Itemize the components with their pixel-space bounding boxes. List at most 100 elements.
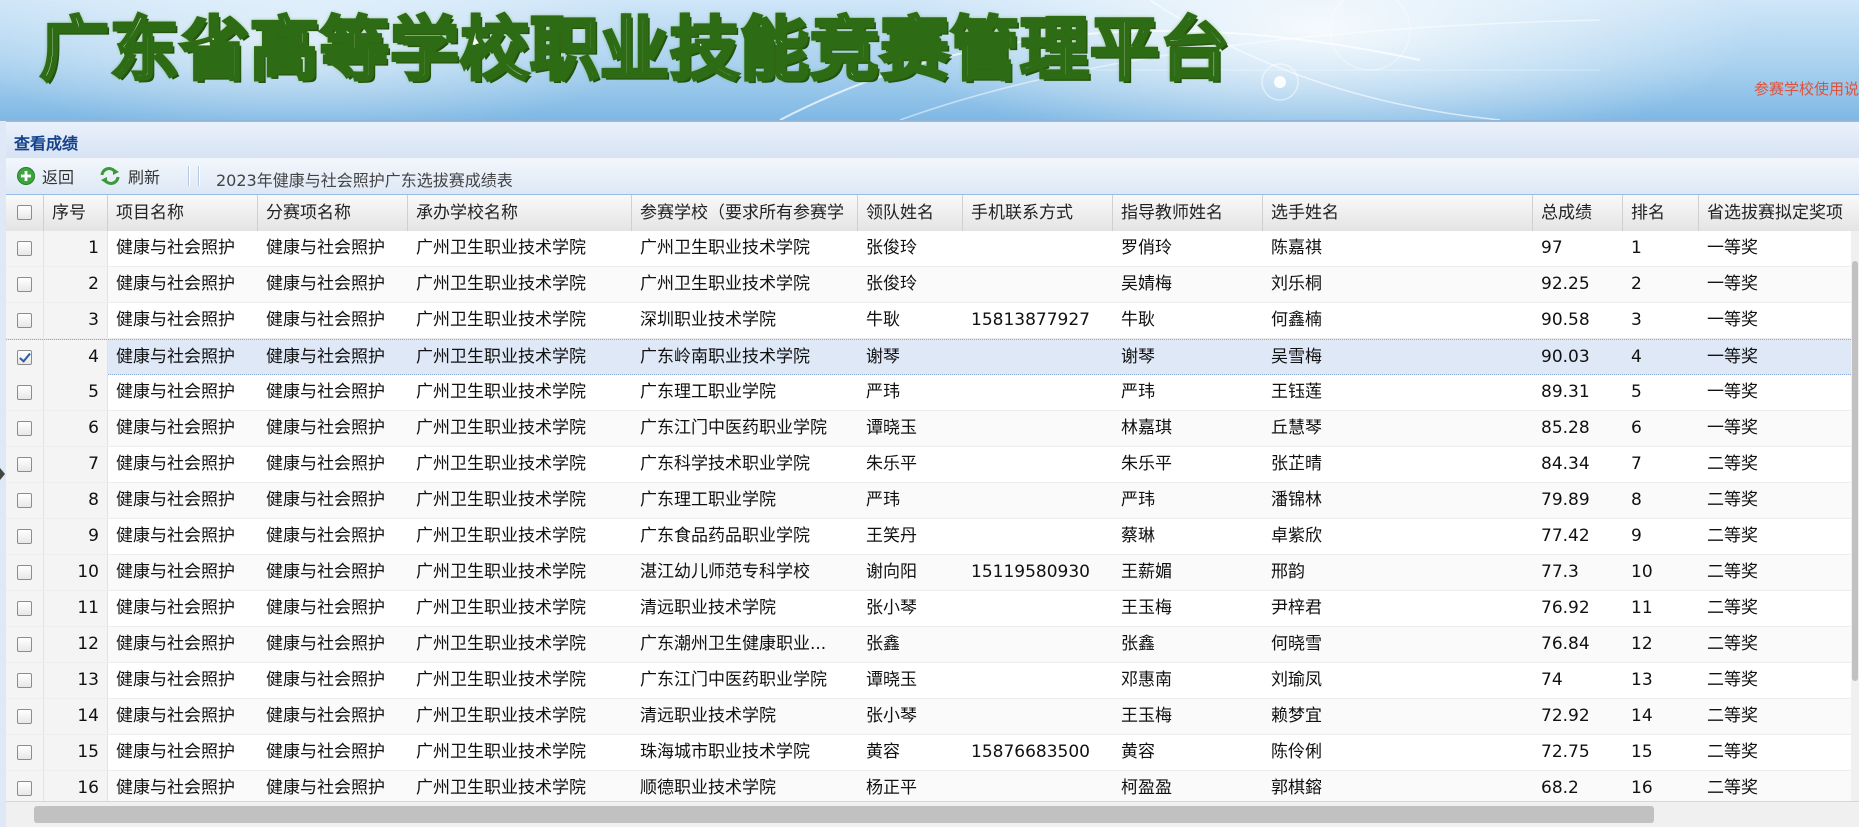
table-row[interactable]: 9 健康与社会照护 健康与社会照护 广州卫生职业技术学院 广东食品药品职业学院 王笑丹 蔡琳… (6, 519, 1859, 555)
cell-phone: 15119580930 (971, 562, 1090, 582)
toolbar: 返回 刷新 2023年健康与社会照护广东选拔赛成绩表 (6, 158, 1859, 195)
row-select-cell (6, 555, 44, 590)
column-header-score[interactable]: 总成绩 (1533, 195, 1623, 231)
row-checkbox[interactable] (17, 709, 32, 724)
row-select-cell (6, 447, 44, 482)
back-button[interactable]: 返回 (16, 165, 74, 187)
row-checkbox[interactable] (17, 781, 32, 796)
cell-teacher: 严玮 (1121, 382, 1155, 402)
cell-host-school: 广州卫生职业技术学院 (416, 562, 586, 582)
cell-sub-project: 健康与社会照护 (266, 598, 385, 618)
column-header-sub-project[interactable]: 分赛项名称 (258, 195, 408, 231)
cell-player: 陈伶俐 (1271, 742, 1322, 762)
table-row[interactable]: 7 健康与社会照护 健康与社会照护 广州卫生职业技术学院 广东科学技术职业学院 朱乐平 朱乐… (6, 447, 1859, 483)
cell-school: 珠海城市职业技术学院 (640, 742, 810, 762)
row-checkbox[interactable] (17, 421, 32, 436)
cell-host-school: 广州卫生职业技术学院 (416, 526, 586, 546)
cell-seq: 4 (44, 340, 108, 375)
row-checkbox[interactable] (17, 745, 32, 760)
refresh-button[interactable]: 刷新 (98, 165, 160, 187)
cell-sub-project: 健康与社会照护 (266, 742, 385, 762)
table-row[interactable]: 6 健康与社会照护 健康与社会照护 广州卫生职业技术学院 广东江门中医药职业学院 谭晓玉 林… (6, 411, 1859, 447)
row-checkbox[interactable] (17, 241, 32, 256)
row-checkbox[interactable] (17, 313, 32, 328)
cell-rank: 1 (1631, 238, 1642, 258)
cell-player: 尹梓君 (1271, 598, 1322, 618)
column-header-project[interactable]: 项目名称 (108, 195, 258, 231)
row-checkbox[interactable] (17, 529, 32, 544)
vertical-scrollbar[interactable] (1851, 231, 1859, 801)
cell-teacher: 罗俏玲 (1121, 238, 1172, 258)
refresh-button-label: 刷新 (128, 168, 161, 187)
row-checkbox[interactable] (17, 565, 32, 580)
row-checkbox[interactable] (17, 637, 32, 652)
cell-project: 健康与社会照护 (116, 454, 235, 474)
cell-project: 健康与社会照护 (116, 670, 235, 690)
cell-school: 深圳职业技术学院 (640, 310, 776, 330)
vertical-scrollbar-thumb[interactable] (1852, 261, 1858, 681)
table-caption: 2023年健康与社会照护广东选拔赛成绩表 (216, 171, 513, 190)
column-header-phone[interactable]: 手机联系方式 (963, 195, 1113, 231)
cell-school: 广东食品药品职业学院 (640, 526, 810, 546)
column-header-teacher[interactable]: 指导教师姓名 (1113, 195, 1263, 231)
table-row[interactable]: 8 健康与社会照护 健康与社会照护 广州卫生职业技术学院 广东理工职业学院 严玮 严玮 潘锦林… (6, 483, 1859, 519)
column-header-seq[interactable]: 序号 (44, 195, 108, 231)
table-row[interactable]: 1 健康与社会照护 健康与社会照护 广州卫生职业技术学院 广州卫生职业技术学院 张俊玲 罗俏… (6, 231, 1859, 267)
row-checkbox[interactable] (17, 493, 32, 508)
row-checkbox[interactable] (17, 385, 32, 400)
row-checkbox[interactable] (17, 350, 32, 365)
row-checkbox[interactable] (17, 277, 32, 292)
cell-phone (963, 267, 1113, 302)
column-header-leader[interactable]: 领队姓名 (858, 195, 963, 231)
table-row[interactable]: 5 健康与社会照护 健康与社会照护 广州卫生职业技术学院 广东理工职业学院 严玮 严玮 王钰莲… (6, 375, 1859, 411)
table-row[interactable]: 14 健康与社会照护 健康与社会照护 广州卫生职业技术学院 清远职业技术学院 张小琴 王玉梅… (6, 699, 1859, 735)
cell-school: 清远职业技术学院 (640, 598, 776, 618)
horizontal-scrollbar-thumb[interactable] (34, 806, 1654, 823)
cell-rank: 10 (1631, 562, 1653, 582)
cell-player: 何晓雪 (1271, 634, 1322, 654)
cell-host-school: 广州卫生职业技术学院 (416, 670, 586, 690)
horizontal-scrollbar[interactable] (6, 801, 1859, 827)
cell-rank: 4 (1631, 347, 1642, 367)
cell-seq: 15 (44, 735, 108, 770)
row-select-cell (6, 411, 44, 446)
table-row[interactable]: 2 健康与社会照护 健康与社会照护 广州卫生职业技术学院 广州卫生职业技术学院 张俊玲 吴婧… (6, 267, 1859, 303)
cell-award: 一等奖 (1707, 274, 1758, 294)
table-row[interactable]: 12 健康与社会照护 健康与社会照护 广州卫生职业技术学院 广东潮州卫生健康职业... 张… (6, 627, 1859, 663)
table-row[interactable]: 16 健康与社会照护 健康与社会照护 广州卫生职业技术学院 顺德职业技术学院 杨正平 柯盈盈… (6, 771, 1859, 801)
table-row[interactable]: 15 健康与社会照护 健康与社会照护 广州卫生职业技术学院 珠海城市职业技术学院 黄容 15… (6, 735, 1859, 771)
cell-leader: 张俊玲 (866, 274, 917, 294)
cell-project: 健康与社会照护 (116, 418, 235, 438)
cell-player: 张芷晴 (1271, 454, 1322, 474)
cell-host-school: 广州卫生职业技术学院 (416, 742, 586, 762)
column-header-award[interactable]: 省选拔赛拟定奖项 (1699, 195, 1859, 231)
usage-notice-link[interactable]: 参赛学校使用说 (1754, 78, 1859, 99)
cell-host-school: 广州卫生职业技术学院 (416, 418, 586, 438)
row-checkbox[interactable] (17, 601, 32, 616)
table-row[interactable]: 13 健康与社会照护 健康与社会照护 广州卫生职业技术学院 广东江门中医药职业学院 谭晓玉… (6, 663, 1859, 699)
cell-award: 二等奖 (1707, 490, 1758, 510)
cell-leader: 张鑫 (866, 634, 900, 654)
row-checkbox[interactable] (17, 673, 32, 688)
collapse-arrow-icon[interactable] (0, 468, 5, 480)
cell-project: 健康与社会照护 (116, 382, 235, 402)
row-checkbox[interactable] (17, 457, 32, 472)
cell-school: 广东理工职业学院 (640, 490, 776, 510)
cell-phone: 15876683500 (971, 742, 1090, 762)
cell-score: 89.31 (1541, 382, 1590, 402)
cell-rank: 2 (1631, 274, 1642, 294)
cell-sub-project: 健康与社会照护 (266, 706, 385, 726)
select-all-checkbox[interactable] (17, 205, 32, 220)
cell-award: 二等奖 (1707, 742, 1758, 762)
table-row[interactable]: 11 健康与社会照护 健康与社会照护 广州卫生职业技术学院 清远职业技术学院 张小琴 王玉梅… (6, 591, 1859, 627)
table-row[interactable]: 3 健康与社会照护 健康与社会照护 广州卫生职业技术学院 深圳职业技术学院 牛耿 15813… (6, 303, 1859, 339)
table-row[interactable]: 10 健康与社会照护 健康与社会照护 广州卫生职业技术学院 湛江幼儿师范专科学校 谢向阳 1… (6, 555, 1859, 591)
table-row[interactable]: 4 健康与社会照护 健康与社会照护 广州卫生职业技术学院 广东岭南职业技术学院 谢琴 谢琴 吴… (6, 339, 1859, 375)
cell-host-school: 广州卫生职业技术学院 (416, 778, 586, 798)
column-header-host-school[interactable]: 承办学校名称 (408, 195, 632, 231)
column-header-player[interactable]: 选手姓名 (1263, 195, 1533, 231)
cell-award: 二等奖 (1707, 454, 1758, 474)
column-header-school[interactable]: 参赛学校（要求所有参赛学 (632, 195, 858, 231)
column-header-rank[interactable]: 排名 (1623, 195, 1699, 231)
cell-host-school: 广州卫生职业技术学院 (416, 382, 586, 402)
